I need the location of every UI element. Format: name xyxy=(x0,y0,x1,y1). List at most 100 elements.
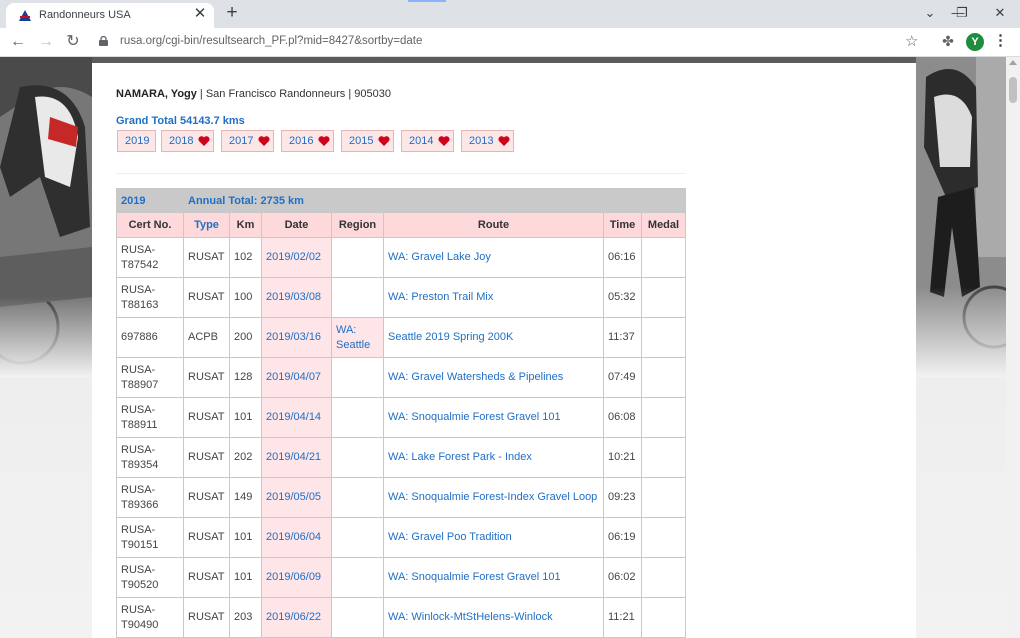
table-row: 697886 ACPB 200 2019/03/16 WA: Seattle Seattl… xyxy=(116,317,686,358)
cyclist-background-image-right xyxy=(916,57,1006,377)
date-link[interactable]: 2019/04/14 xyxy=(261,397,332,438)
medal-cell xyxy=(641,437,686,478)
close-tab-icon[interactable]: ✕ xyxy=(192,6,208,22)
route-link[interactable]: WA: Gravel Poo Tradition xyxy=(383,517,604,558)
results-panel: NAMARA, Yogy | San Francisco Randonneurs… xyxy=(92,63,916,638)
heart-icon xyxy=(438,136,450,146)
route-link[interactable]: WA: Gravel Watersheds & Pipelines xyxy=(383,357,604,398)
time-cell: 06:08 xyxy=(603,397,642,438)
year-button-2016[interactable]: 2016 xyxy=(281,130,334,152)
extensions-icon[interactable]: ✤ xyxy=(939,31,957,51)
close-window-button[interactable]: ✕ xyxy=(988,2,1012,24)
heart-icon xyxy=(498,136,510,146)
cert-number-cell: RUSA-T88911 xyxy=(116,397,184,438)
medal-cell xyxy=(641,277,686,318)
year-button-2015[interactable]: 2015 xyxy=(341,130,394,152)
region-link xyxy=(331,557,384,598)
new-tab-button[interactable]: + xyxy=(222,3,242,23)
table-row: RUSA-T90151 RUSAT 101 2019/06/04 WA: Gravel … xyxy=(116,517,686,558)
year-button-2013[interactable]: 2013 xyxy=(461,130,514,152)
type-cell: RUSAT xyxy=(183,477,230,518)
date-link[interactable]: 2019/06/04 xyxy=(261,517,332,558)
column-header-route: Route xyxy=(383,212,604,238)
route-link[interactable]: WA: Snoqualmie Forest-Index Gravel Loop xyxy=(383,477,604,518)
cert-number-cell: RUSA-T89354 xyxy=(116,437,184,478)
browser-menu-icon[interactable]: ⋮ xyxy=(993,31,1008,51)
column-header-km: Km xyxy=(229,212,262,238)
restore-button[interactable]: ❐ xyxy=(950,2,974,24)
year-label[interactable]: 2019 xyxy=(116,188,184,213)
cert-number-cell: RUSA-T88907 xyxy=(116,357,184,398)
km-cell: 102 xyxy=(229,237,262,278)
annual-total: Annual Total: 2735 km xyxy=(183,188,686,213)
region-link xyxy=(331,277,384,318)
year-header-row: 2019 Annual Total: 2735 km xyxy=(116,188,686,213)
scroll-thumb[interactable] xyxy=(1009,77,1017,103)
year-button-2014[interactable]: 2014 xyxy=(401,130,454,152)
bookmark-star-icon[interactable]: ☆ xyxy=(905,32,918,50)
results-table: 2019 Annual Total: 2735 km Cert No. Type… xyxy=(116,188,686,638)
date-link[interactable]: 2019/04/21 xyxy=(261,437,332,478)
table-row: RUSA-T87542 RUSAT 102 2019/02/02 WA: Gravel … xyxy=(116,237,686,278)
back-button[interactable]: ← xyxy=(8,32,28,52)
column-header-type[interactable]: Type xyxy=(183,212,230,238)
region-link xyxy=(331,397,384,438)
cert-number-cell: RUSA-T89366 xyxy=(116,477,184,518)
scroll-up-arrow[interactable] xyxy=(1009,60,1017,65)
date-link[interactable]: 2019/06/22 xyxy=(261,597,332,638)
date-link[interactable]: 2019/02/02 xyxy=(261,237,332,278)
reload-button[interactable]: ↻ xyxy=(63,32,83,52)
km-cell: 100 xyxy=(229,277,262,318)
profile-avatar[interactable]: Y xyxy=(966,33,984,51)
rusa-favicon-icon xyxy=(18,9,32,22)
browser-tab[interactable]: Randonneurs USA ✕ xyxy=(6,3,214,28)
rider-club-and-id: | San Francisco Randonneurs | 905030 xyxy=(196,88,391,100)
year-button-2017[interactable]: 2017 xyxy=(221,130,274,152)
table-row: RUSA-T88911 RUSAT 101 2019/04/14 WA: Snoqual… xyxy=(116,397,686,438)
table-row: RUSA-T89354 RUSAT 202 2019/04/21 WA: Lake Fo… xyxy=(116,437,686,478)
km-cell: 128 xyxy=(229,357,262,398)
region-link xyxy=(331,237,384,278)
region-link xyxy=(331,517,384,558)
url-text: rusa.org/cgi-bin/resultsearch_PF.pl?mid=… xyxy=(120,35,423,47)
route-link[interactable]: WA: Lake Forest Park - Index xyxy=(383,437,604,478)
date-link[interactable]: 2019/03/08 xyxy=(261,277,332,318)
tab-strip-indicator xyxy=(408,0,446,2)
date-link[interactable]: 2019/04/07 xyxy=(261,357,332,398)
time-cell: 11:21 xyxy=(603,597,642,638)
cert-number-cell: RUSA-T90520 xyxy=(116,557,184,598)
route-link[interactable]: WA: Snoqualmie Forest Gravel 101 xyxy=(383,397,604,438)
year-button-2019[interactable]: 2019 xyxy=(117,130,156,152)
page-scrollbar[interactable] xyxy=(1006,57,1020,638)
medal-cell xyxy=(641,557,686,598)
grand-total-link[interactable]: Grand Total 54143.7 kms xyxy=(116,115,245,127)
route-link[interactable]: WA: Preston Trail Mix xyxy=(383,277,604,318)
address-bar[interactable]: rusa.org/cgi-bin/resultsearch_PF.pl?mid=… xyxy=(92,31,932,53)
window-dropdown-icon[interactable]: ⌄ xyxy=(918,2,942,24)
km-cell: 101 xyxy=(229,517,262,558)
date-link[interactable]: 2019/03/16 xyxy=(261,317,332,358)
route-link[interactable]: WA: Winlock-MtStHelens-Winlock xyxy=(383,597,604,638)
time-cell: 11:37 xyxy=(603,317,642,358)
km-cell: 200 xyxy=(229,317,262,358)
table-row: RUSA-T89366 RUSAT 149 2019/05/05 WA: Snoqual… xyxy=(116,477,686,518)
route-link[interactable]: WA: Gravel Lake Joy xyxy=(383,237,604,278)
date-link[interactable]: 2019/05/05 xyxy=(261,477,332,518)
year-button-2018[interactable]: 2018 xyxy=(161,130,214,152)
cert-number-cell: RUSA-T88163 xyxy=(116,277,184,318)
time-cell: 06:19 xyxy=(603,517,642,558)
time-cell: 06:02 xyxy=(603,557,642,598)
table-row: RUSA-T88907 RUSAT 128 2019/04/07 WA: Gravel … xyxy=(116,357,686,398)
table-row: RUSA-T90520 RUSAT 101 2019/06/09 WA: Snoqual… xyxy=(116,557,686,598)
time-cell: 07:49 xyxy=(603,357,642,398)
column-header-region: Region xyxy=(331,212,384,238)
route-link[interactable]: WA: Snoqualmie Forest Gravel 101 xyxy=(383,557,604,598)
forward-button[interactable]: → xyxy=(36,32,56,52)
browser-toolbar: ← → ↻ rusa.org/cgi-bin/resultsearch_PF.p… xyxy=(0,28,1020,57)
region-link[interactable]: WA: Seattle xyxy=(331,317,384,358)
tab-strip: Randonneurs USA ✕ + ⌄ — ❐ ✕ xyxy=(0,0,1020,28)
km-cell: 149 xyxy=(229,477,262,518)
heart-icon xyxy=(378,136,390,146)
route-link[interactable]: Seattle 2019 Spring 200K xyxy=(383,317,604,358)
date-link[interactable]: 2019/06/09 xyxy=(261,557,332,598)
